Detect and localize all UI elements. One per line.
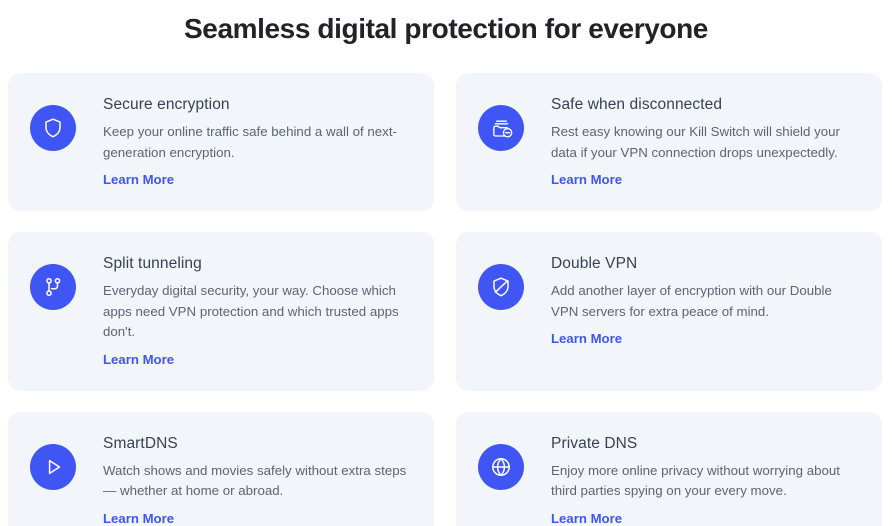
feature-card-split-tunneling[interactable]: Split tunneling Everyday digital securit… (8, 232, 434, 391)
card-title: SmartDNS (103, 434, 178, 452)
card-title: Split tunneling (103, 255, 202, 272)
card-title: Private DNS (551, 434, 638, 452)
card-description: Rest easy knowing our Kill Switch will s… (551, 124, 840, 160)
feature-card-secure-encryption[interactable]: Secure encryption Keep your online traff… (8, 73, 434, 211)
feature-card-private-dns[interactable]: Private DNS Enjoy more online privacy wi… (456, 411, 882, 526)
card-body: Double VPN Add another layer of encrypti… (551, 254, 862, 348)
learn-more-link[interactable]: Learn More (551, 510, 622, 526)
features-page: Seamless digital protection for everyone… (0, 0, 892, 526)
folder-stack-minus-icon (478, 105, 524, 151)
learn-more-link[interactable]: Learn More (103, 351, 174, 369)
card-body: Secure encryption Keep your online traff… (103, 95, 414, 189)
card-body: Split tunneling Everyday digital securit… (103, 254, 414, 369)
learn-more-link[interactable]: Learn More (103, 171, 174, 189)
card-title: Double VPN (551, 255, 638, 272)
learn-more-link[interactable]: Learn More (551, 171, 622, 189)
card-body: Private DNS Enjoy more online privacy wi… (551, 434, 862, 526)
page-title: Seamless digital protection for everyone (184, 13, 708, 44)
card-description: Add another layer of encryption with our… (551, 283, 832, 319)
feature-card-safe-when-disconnected[interactable]: Safe when disconnected Rest easy knowing… (456, 73, 882, 211)
card-description: Everyday digital security, your way. Cho… (103, 283, 399, 339)
card-description: Keep your online traffic safe behind a w… (103, 124, 397, 160)
learn-more-link[interactable]: Learn More (551, 330, 622, 348)
feature-card-smartdns[interactable]: SmartDNS Watch shows and movies safely w… (8, 411, 434, 526)
shield-icon (30, 105, 76, 151)
card-title: Safe when disconnected (551, 96, 723, 113)
learn-more-link[interactable]: Learn More (103, 510, 174, 526)
feature-card-grid: Secure encryption Keep your online traff… (0, 73, 892, 526)
card-description: Enjoy more online privacy without worryi… (551, 462, 840, 499)
card-body: SmartDNS Watch shows and movies safely w… (103, 434, 414, 526)
split-branch-icon (30, 264, 76, 310)
card-body: Safe when disconnected Rest easy knowing… (551, 95, 862, 189)
shield-slash-icon (478, 264, 524, 310)
card-description: Watch shows and movies safely without ex… (103, 462, 407, 499)
play-triangle-icon (30, 443, 76, 490)
card-title: Secure encryption (103, 96, 230, 113)
globe-icon (478, 443, 524, 490)
feature-card-double-vpn[interactable]: Double VPN Add another layer of encrypti… (456, 232, 882, 391)
